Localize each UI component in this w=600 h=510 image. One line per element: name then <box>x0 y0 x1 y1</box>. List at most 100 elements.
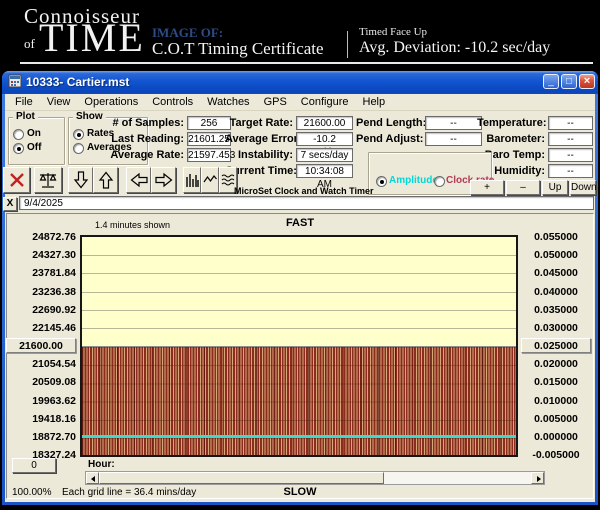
chart-scrollbar[interactable] <box>85 471 545 485</box>
average-rate-label: Average Rate: <box>98 149 184 161</box>
y-axis-right-tick: 0.005000 <box>522 413 590 425</box>
pend-adjust-label: Pend Adjust: <box>356 133 422 145</box>
arrow-up-icon <box>95 169 117 191</box>
scroll-right-button[interactable] <box>151 167 176 193</box>
scrollbar-thumb[interactable] <box>99 472 384 484</box>
down-button[interactable]: Down <box>570 180 596 195</box>
date-clear-button[interactable]: X <box>3 197 17 211</box>
y-axis-left-tick: 23236.38 <box>4 286 76 298</box>
current-time-field[interactable]: 10:34:08 AM <box>296 164 353 178</box>
radio-plot-on[interactable] <box>13 129 24 140</box>
barometer-label: Barometer: <box>477 133 545 145</box>
menu-watches[interactable]: Watches <box>200 95 256 109</box>
y-axis-right-tick: 0.045000 <box>522 267 590 279</box>
target-rate-tick-button[interactable]: 21600.00 <box>6 338 76 353</box>
menu-gps[interactable]: GPS <box>257 95 294 109</box>
minimize-button[interactable]: _ <box>543 74 559 89</box>
y-axis-right-tick: 0.010000 <box>522 395 590 407</box>
header-underline <box>20 62 593 64</box>
red-x-icon <box>6 169 28 191</box>
radio-clock-rate[interactable] <box>434 176 445 187</box>
hour-value-button[interactable]: 0 <box>12 458 56 473</box>
microset-title: MicroSet Clock and Watch Timer <box>234 186 374 196</box>
y-axis-left-tick: 19963.62 <box>4 395 76 407</box>
slow-label: SLOW <box>82 486 518 498</box>
pend-length-label: Pend Length: <box>356 117 422 129</box>
window-title: 10333- Cartier.mst <box>26 75 129 89</box>
close-button[interactable]: × <box>579 74 595 89</box>
plus-button[interactable]: + <box>470 180 504 195</box>
y-axis-right-tick: 0.015000 <box>522 376 590 388</box>
plot-group <box>8 117 65 165</box>
y-axis-left-tick: 20509.08 <box>4 376 76 388</box>
fast-label: FAST <box>82 217 518 229</box>
scroll-left-button[interactable] <box>126 167 151 193</box>
minus-button[interactable]: – <box>506 180 540 195</box>
menu-view[interactable]: View <box>40 95 78 109</box>
instability-field[interactable]: 7 secs/day <box>296 148 353 162</box>
brand-of: of <box>24 36 35 52</box>
temperature-field[interactable]: -- <box>548 116 593 130</box>
screen: Connoisseur of TIME IMAGE OF: C.O.T Timi… <box>0 0 600 510</box>
zero-error-tick-button[interactable]: 0.025000 <box>521 338 591 353</box>
y-axis-right-tick: 0.055000 <box>522 231 590 243</box>
menu-file[interactable]: File <box>8 95 40 109</box>
line-graph-button[interactable] <box>201 167 219 193</box>
pend-adjust-field[interactable]: -- <box>425 132 482 146</box>
average-error-label: Average Error: <box>225 133 293 145</box>
menu-help[interactable]: Help <box>356 95 393 109</box>
gridline <box>82 255 516 256</box>
pend-length-field[interactable]: -- <box>425 116 482 130</box>
header-divider <box>347 31 348 58</box>
histogram-button[interactable] <box>183 167 201 193</box>
arrow-down-icon <box>70 169 92 191</box>
radio-amplitude-label: Amplitude <box>389 175 438 186</box>
radio-show-rates[interactable] <box>73 129 84 140</box>
menu-controls[interactable]: Controls <box>145 95 200 109</box>
baro-temp-field[interactable]: -- <box>548 148 593 162</box>
amplitude-trace <box>82 435 516 438</box>
y-axis-right-tick: 0.040000 <box>522 286 590 298</box>
y-axis-left-tick: 22145.46 <box>4 322 76 334</box>
target-rate-field[interactable]: 21600.00 <box>296 116 353 130</box>
y-axis-right-tick: 0.030000 <box>522 322 590 334</box>
balance-button[interactable] <box>34 167 62 193</box>
avg-deviation: Avg. Deviation: -10.2 sec/day <box>359 39 550 57</box>
humidity-field[interactable]: -- <box>548 164 593 178</box>
balance-icon <box>37 169 59 191</box>
app-icon <box>8 74 22 88</box>
last-reading-label: Last Reading: <box>98 133 184 145</box>
radio-plot-off[interactable] <box>13 143 24 154</box>
gridline <box>82 328 516 329</box>
y-axis-left-tick: 21054.54 <box>4 358 76 370</box>
histogram-icon <box>184 169 200 191</box>
gridline <box>82 310 516 311</box>
maximize-button[interactable]: □ <box>561 74 577 89</box>
hour-label: Hour: <box>88 459 115 470</box>
gridline <box>82 292 516 293</box>
radio-amplitude[interactable] <box>376 176 387 187</box>
delete-button[interactable] <box>3 167 30 193</box>
certificate-title: C.O.T Timing Certificate <box>152 39 324 59</box>
y-axis-left-tick: 19418.16 <box>4 413 76 425</box>
brand-time: TIME <box>39 18 145 58</box>
plot-group-legend: Plot <box>13 112 38 122</box>
arrow-right-icon <box>153 169 175 191</box>
scrollbar-right-arrow[interactable] <box>531 472 544 484</box>
up-button[interactable]: Up <box>542 180 568 195</box>
y-axis-left-tick: 23781.84 <box>4 267 76 279</box>
date-field[interactable]: 9/4/2025 <box>19 196 594 210</box>
average-error-field[interactable]: -10.2 sec/day <box>296 132 353 146</box>
temperature-label: Temperature: <box>477 117 545 129</box>
y-axis-right-tick: 0.020000 <box>522 358 590 370</box>
barometer-field[interactable]: -- <box>548 132 593 146</box>
menu-configure[interactable]: Configure <box>294 95 356 109</box>
scrollbar-left-arrow[interactable] <box>86 472 99 484</box>
radio-plot-on-label: On <box>27 128 41 139</box>
menu-operations[interactable]: Operations <box>77 95 145 109</box>
target-rate-label: Target Rate: <box>225 117 293 129</box>
shift-up-button[interactable] <box>93 167 118 193</box>
radio-show-averages[interactable] <box>73 143 84 154</box>
y-axis-left-tick: 24872.76 <box>4 231 76 243</box>
shift-down-button[interactable] <box>68 167 93 193</box>
